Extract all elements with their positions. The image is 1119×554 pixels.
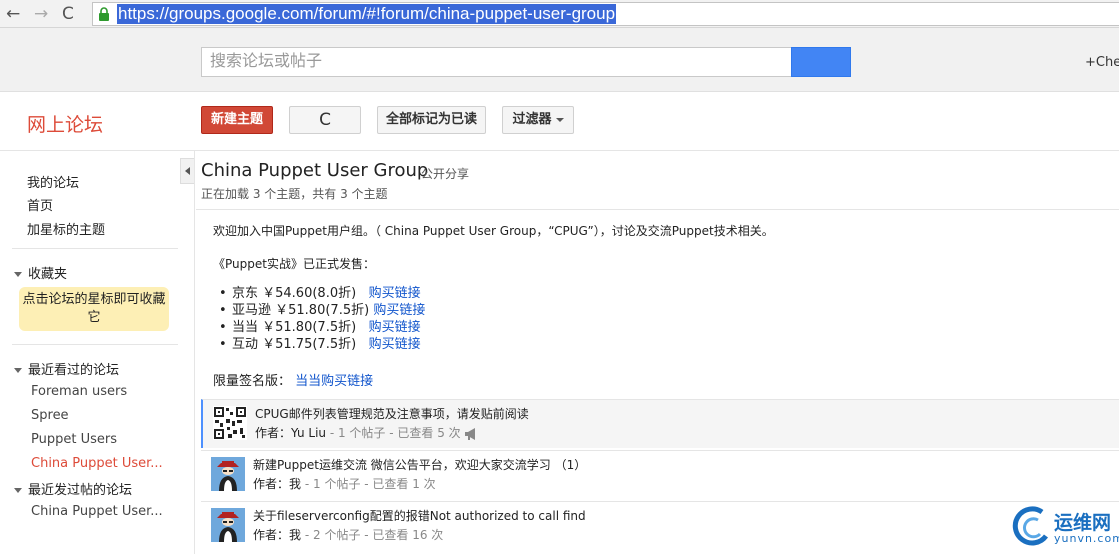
lock-icon: [99, 7, 109, 21]
back-arrow-icon[interactable]: ←: [6, 4, 20, 24]
sidebar-collapse-toggle[interactable]: [180, 158, 194, 184]
buy-link[interactable]: 购买链接: [369, 320, 421, 335]
store-price: 互动 ￥51.75(7.5折): [232, 337, 357, 352]
buy-link[interactable]: 购买链接: [369, 337, 421, 352]
topic-author[interactable]: 我: [289, 528, 301, 542]
header-divider: [196, 209, 1119, 210]
google-header: 搜索论坛或帖子 +Cher: [0, 28, 1119, 92]
triangle-down-icon: [14, 272, 22, 277]
topic-title[interactable]: 新建Puppet运维交流 微信公告平台，欢迎大家交流学习 （1）: [253, 456, 586, 473]
chevron-down-icon: [555, 117, 564, 122]
sidebar: 我的论坛 首页 加星标的主题 收藏夹 点击论坛的星标即可收藏它 最近看过的论坛 …: [0, 151, 180, 554]
welcome-text: 欢迎加入中国Puppet用户组。（ China Puppet User Grou…: [213, 224, 774, 238]
purchase-list: • 京东 ￥54.60(8.0折) 购买链接 • 亚马逊 ￥51.80(7.5折) …: [219, 285, 425, 353]
reload-icon[interactable]: C: [62, 4, 74, 24]
signed-edition: 限量签名版： 当当购买链接: [213, 370, 373, 389]
qr-code-avatar: [213, 406, 247, 440]
sidebar-divider: [12, 248, 178, 249]
topic-title[interactable]: 关于fileserverconfig配置的报错Not authorized to…: [253, 507, 586, 524]
watermark-domain: yunvn.com: [1054, 532, 1119, 545]
browser-toolbar: ← → C https://groups.google.com/forum/#!…: [0, 0, 1119, 28]
buy-link[interactable]: 购买链接: [369, 286, 421, 301]
signed-label: 限量签名版：: [213, 374, 292, 389]
topic-meta: 作者：我 - 1 个帖子 - 已查看 1 次: [253, 477, 436, 491]
signed-buy-link[interactable]: 当当购买链接: [295, 374, 373, 389]
topic-meta: 作者：Yu Liu - 1 个帖子 - 已查看 5 次: [255, 424, 478, 441]
buy-link[interactable]: 购买链接: [373, 303, 425, 318]
sidebar-forum-puppet-users[interactable]: Puppet Users: [31, 432, 117, 447]
topic-stats: - 2 个帖子 - 已查看 16 次: [301, 528, 444, 542]
chevron-left-icon: [185, 167, 190, 175]
list-item: • 亚马逊 ￥51.80(7.5折) 购买链接: [219, 303, 426, 318]
sidebar-section-label: 收藏夹: [28, 267, 68, 282]
address-bar[interactable]: https://groups.google.com/forum/#!forum/…: [92, 2, 1119, 26]
triangle-down-icon: [14, 488, 22, 493]
plus-user-link[interactable]: +Cher: [1085, 55, 1119, 70]
sidebar-item-my-forums[interactable]: 我的论坛: [27, 172, 79, 191]
filter-label: 过滤器: [512, 112, 552, 127]
megaphone-icon: [465, 427, 476, 440]
topic-stats: - 1 个帖子 - 已查看 5 次: [326, 426, 461, 440]
puppet-avatar: [211, 457, 245, 491]
sidebar-item-starred[interactable]: 加星标的主题: [27, 219, 105, 238]
group-title[interactable]: China Puppet User Group: [201, 160, 428, 181]
sidebar-item-home[interactable]: 首页: [27, 195, 53, 214]
table-row[interactable]: CPUG邮件列表管理规范及注意事项，请发贴前阅读 作者：Yu Liu - 1 个…: [201, 399, 1119, 448]
list-item: • 互动 ￥51.75(7.5折) 购买链接: [219, 337, 421, 352]
table-row[interactable]: 关于fileserverconfig配置的报错Not authorized to…: [201, 501, 1119, 550]
search-button[interactable]: [791, 47, 851, 77]
table-row[interactable]: 新建Puppet运维交流 微信公告平台，欢迎大家交流学习 （1） 作者：我 - …: [201, 450, 1119, 499]
sidebar-forum-spree[interactable]: Spree: [31, 408, 69, 423]
forward-arrow-icon[interactable]: →: [34, 4, 48, 24]
store-price: 当当 ￥51.80(7.5折): [232, 320, 357, 335]
filter-button[interactable]: 过滤器: [502, 106, 574, 134]
refresh-button[interactable]: C: [289, 106, 361, 134]
site-watermark: 运维网 yunvn.com: [1010, 502, 1119, 554]
topic-title[interactable]: CPUG邮件列表管理规范及注意事项，请发贴前阅读: [255, 405, 529, 422]
sidebar-section-recent-posted[interactable]: 最近发过帖的论坛: [14, 479, 132, 498]
sidebar-divider-vertical: [194, 151, 195, 554]
search-input[interactable]: 搜索论坛或帖子: [201, 47, 792, 77]
puppet-avatar: [211, 508, 245, 542]
list-item: • 当当 ￥51.80(7.5折) 购买链接: [219, 320, 421, 335]
sidebar-section-label: 最近发过帖的论坛: [28, 483, 133, 498]
sidebar-forum-china-puppet-posted[interactable]: China Puppet User...: [31, 504, 163, 519]
topic-author[interactable]: 我: [289, 477, 301, 491]
topic-meta: 作者：我 - 2 个帖子 - 已查看 16 次: [253, 528, 444, 542]
list-item: • 京东 ￥54.60(8.0折) 购买链接: [219, 286, 421, 301]
store-price: 京东 ￥54.60(8.0折): [232, 286, 357, 301]
sidebar-forum-china-puppet-active[interactable]: China Puppet User...: [31, 456, 163, 471]
watermark-logo-icon: [1012, 506, 1049, 546]
sidebar-section-label: 最近看过的论坛: [28, 363, 120, 378]
watermark-name: 运维网: [1054, 512, 1112, 534]
app-title[interactable]: 网上论坛: [27, 110, 103, 137]
mark-all-read-button[interactable]: 全部标记为已读: [377, 106, 486, 134]
favorites-hint: 点击论坛的星标即可收藏它: [19, 287, 169, 331]
refresh-icon: C: [319, 110, 331, 130]
sidebar-section-recent-viewed[interactable]: 最近看过的论坛: [14, 359, 119, 378]
topic-count-status: 正在加载 3 个主题，共有 3 个主题: [201, 187, 388, 201]
sidebar-divider: [12, 344, 178, 345]
book-announcement: 《Puppet实战》已正式发售：: [213, 257, 375, 271]
store-price: 亚马逊 ￥51.80(7.5折): [232, 303, 370, 318]
visibility-label: 公开分享: [421, 167, 470, 181]
new-topic-button[interactable]: 新建主题: [201, 106, 273, 134]
triangle-down-icon: [14, 368, 22, 373]
topic-author[interactable]: Yu Liu: [291, 426, 326, 440]
topic-stats: - 1 个帖子 - 已查看 1 次: [301, 477, 436, 491]
sidebar-forum-foreman-users[interactable]: Foreman users: [31, 384, 127, 399]
url-text[interactable]: https://groups.google.com/forum/#!forum/…: [117, 4, 617, 24]
sidebar-section-favorites[interactable]: 收藏夹: [14, 263, 67, 282]
